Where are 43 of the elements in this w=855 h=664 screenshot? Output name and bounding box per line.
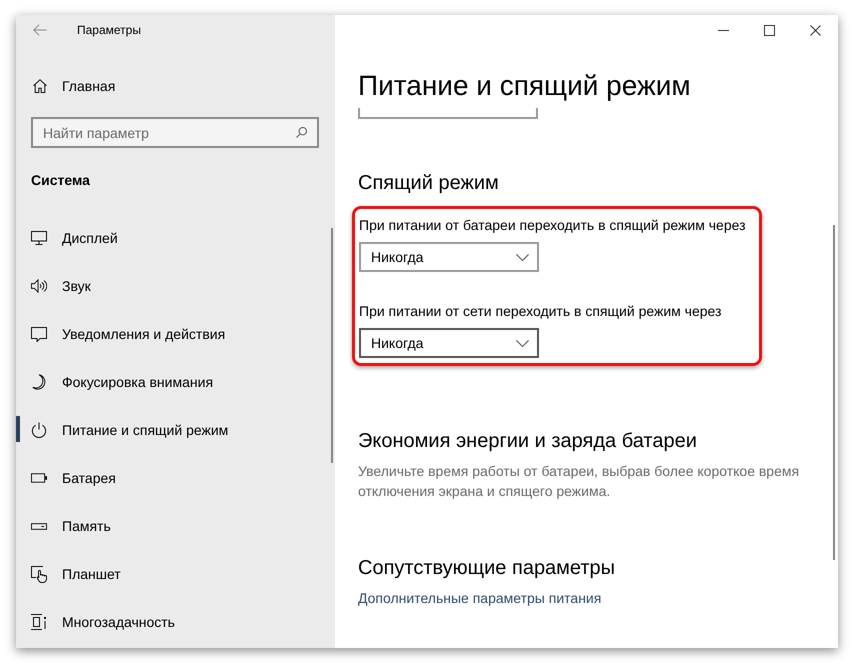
back-arrow-icon [33, 24, 47, 36]
drive-icon [31, 522, 47, 530]
sidebar-item[interactable]: Многозадачность [16, 598, 316, 646]
chevron-down-icon [516, 254, 529, 260]
close-icon [810, 24, 820, 36]
sidebar-item[interactable]: Звук [16, 262, 316, 310]
back-button[interactable] [33, 24, 47, 36]
section-heading: Сопутствующие параметры [358, 556, 616, 581]
maximize-icon [764, 24, 774, 36]
monitor-icon [31, 231, 47, 245]
chevron-down-icon [516, 340, 529, 346]
dropdown[interactable]: Никогда [359, 242, 539, 272]
section-heading: Спящий режим [358, 171, 499, 196]
dropdown[interactable] [358, 108, 538, 119]
dropdown[interactable]: Никогда [359, 328, 539, 358]
message-icon [31, 326, 47, 342]
sidebar-item[interactable]: Питание и спящий режим [16, 406, 316, 454]
home-icon [33, 79, 47, 93]
search-field[interactable]: Найти параметр [31, 117, 319, 148]
sidebar-item[interactable]: Фокусировка внимания [16, 358, 316, 406]
tablet-touch-icon [31, 566, 47, 582]
sidebar-item[interactable]: Память [16, 502, 316, 550]
multitask-icon [31, 614, 47, 630]
section-heading: Система [31, 171, 90, 190]
sidebar-item[interactable]: Дисплей [16, 214, 316, 262]
setting-label: При питании от сети переходить в спящий режим через [359, 302, 722, 321]
page-title: Питание и спящий режим [358, 69, 691, 103]
speaker-icon [31, 279, 47, 293]
sidebar-item[interactable]: Уведомления и действия [16, 310, 316, 358]
scrollbar[interactable] [331, 228, 333, 463]
setting-label: При питании от батареи переходить в спящий режим через [359, 216, 746, 235]
sidebar-item[interactable]: Планшет [16, 550, 316, 598]
scrollbar[interactable] [833, 225, 835, 560]
window-title: Параметры [77, 22, 141, 38]
settings-link[interactable]: Дополнительные параметры питания [358, 588, 602, 608]
section-heading: Экономия энергии и заряда батареи [358, 429, 697, 454]
sidebar-item[interactable]: Батарея [16, 454, 316, 502]
moon-icon [32, 374, 46, 390]
home-link[interactable]: Главная [31, 66, 116, 106]
section-description: Увеличьте время работы от батареи, выбрав более короткое время отключения экрана и спящего режима. [358, 462, 800, 501]
power-icon [31, 422, 47, 438]
search-icon [296, 127, 307, 138]
battery-icon [31, 473, 47, 483]
